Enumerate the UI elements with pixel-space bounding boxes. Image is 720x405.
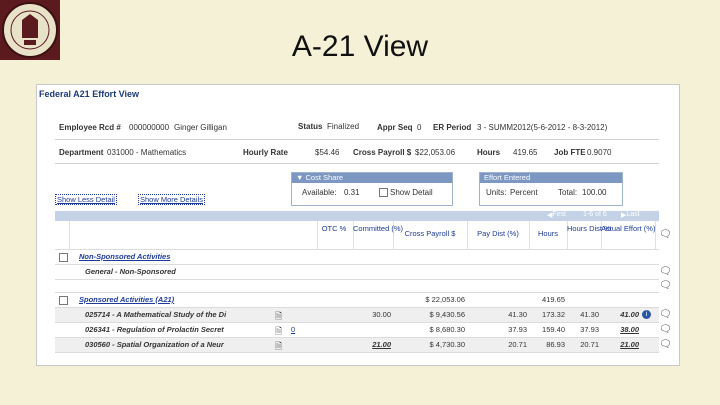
- row-effort[interactable]: 38.00: [601, 325, 639, 334]
- available-label: Available:: [302, 188, 337, 197]
- section-title[interactable]: Non-Sponsored Activities: [79, 252, 170, 261]
- cost-share-body: Available: 0.31 Show Detail: [292, 183, 452, 203]
- effort-entered-box: Effort Entered Units: Percent Total: 100…: [479, 172, 623, 206]
- employee-name: Ginger Gilligan: [174, 123, 227, 132]
- show-detail-checkbox[interactable]: [379, 188, 388, 197]
- comment-icon[interactable]: 🗨: [659, 280, 672, 291]
- row-name: 030560 - Spatial Organization of a Neur: [85, 340, 224, 349]
- sub-row-general: General - Non-Sponsored 🗨: [55, 265, 672, 280]
- department-value: 031000 - Mathematics: [107, 148, 187, 157]
- row-payroll: $ 9,430.56: [429, 310, 465, 319]
- divider: [55, 139, 659, 140]
- app-screenshot: Federal A21 Effort View Employee Rcd # 0…: [36, 84, 680, 366]
- first-link[interactable]: ◀ First: [547, 211, 566, 219]
- sub-row-label: General - Non-Sponsored: [85, 267, 176, 276]
- row-hours: 159.40: [542, 325, 565, 334]
- comment-icon[interactable]: 🗨: [659, 309, 672, 320]
- job-fte-value: 0.9070: [587, 148, 612, 157]
- row-committed[interactable]: 30.00: [353, 310, 391, 319]
- status-label: Status: [298, 122, 323, 131]
- slide-title: A-21 View: [291, 30, 429, 63]
- effort-entered-header: Effort Entered: [480, 173, 622, 183]
- row-hours: 173.32: [542, 310, 565, 319]
- section-checkbox[interactable]: [59, 296, 68, 305]
- department-label: Department: [59, 148, 104, 157]
- col-hours[interactable]: Hours: [529, 229, 567, 238]
- col-actual-effort[interactable]: Actual Effort (%): [601, 224, 655, 233]
- section-payroll: $ 22,053.06: [425, 295, 465, 304]
- section-hours: 419.65: [542, 295, 565, 304]
- cost-share-title: Cost Share: [305, 173, 344, 182]
- effort-entered-body: Units: Percent Total: 100.00: [480, 183, 622, 203]
- table-row: 030560 - Spatial Organization of a Neur …: [55, 338, 672, 355]
- units-value: Percent: [510, 188, 538, 197]
- show-detail-label: Show Detail: [390, 188, 433, 197]
- comment-icon[interactable]: 🗨: [659, 324, 672, 335]
- total-label: Total:: [558, 188, 578, 197]
- last-label: Last: [626, 211, 640, 218]
- job-fte-label: Job FTE: [554, 148, 586, 157]
- first-label: First: [552, 211, 566, 218]
- table-row: 025714 - A Mathematical Study of the Di …: [55, 308, 672, 323]
- row-hours-dist: 41.30: [580, 310, 599, 319]
- effort-grid: ◀ First 1-6 of 6 ▶ Last OTC % Committed …: [55, 211, 672, 355]
- divider: [55, 163, 659, 164]
- col-pay-dist[interactable]: Pay Dist (%): [467, 229, 529, 238]
- row-pay-dist: 37.93: [508, 325, 527, 334]
- info-icon[interactable]: i: [642, 310, 651, 319]
- hourly-rate-label: Hourly Rate: [243, 148, 288, 157]
- row-pay-dist: 20.71: [508, 340, 527, 349]
- section-row-sponsored: Sponsored Activities (A21) $ 22,053.06 4…: [55, 293, 659, 308]
- comment-icon[interactable]: 🗨: [659, 229, 672, 240]
- row-effort[interactable]: 21.00: [601, 340, 639, 349]
- show-less-detail-link[interactable]: Show Less Detail: [55, 194, 117, 205]
- units-label: Units:: [486, 188, 507, 197]
- last-link[interactable]: ▶ Last: [621, 211, 640, 219]
- grid-nav-bar: ◀ First 1-6 of 6 ▶ Last: [55, 211, 659, 221]
- row-payroll: $ 4,730.30: [429, 340, 465, 349]
- row-name: 025714 - A Mathematical Study of the Di: [85, 310, 227, 319]
- section-title[interactable]: Sponsored Activities (A21): [79, 295, 174, 304]
- row-hours: 86.93: [546, 340, 565, 349]
- er-period-value: 3 - SUMM2012(5-6-2012 - 8-3-2012): [477, 123, 608, 132]
- section-checkbox[interactable]: [59, 253, 68, 262]
- total-value: 100.00: [582, 188, 607, 197]
- page-range: 1-6 of 6: [583, 211, 607, 218]
- available-value: 0.31: [344, 188, 360, 197]
- row-pay-dist: 41.30: [508, 310, 527, 319]
- show-more-details-link[interactable]: Show More Details: [138, 194, 205, 205]
- col-hours-dist[interactable]: Hours Dist %: [567, 224, 611, 233]
- document-icon[interactable]: 🗎: [275, 339, 282, 355]
- employee-id: 000000000: [129, 123, 170, 132]
- row-committed[interactable]: 21.00: [353, 340, 391, 349]
- comment-icon[interactable]: 🗨: [659, 339, 672, 350]
- spacer-row: 🗨: [55, 280, 672, 293]
- grid-header: OTC % Committed (%) Cross Payroll $ Pay …: [55, 221, 672, 250]
- status-value: Finalized: [327, 122, 360, 131]
- cost-share-box: ▼ Cost Share Available: 0.31 Show Detail: [291, 172, 453, 206]
- col-otc[interactable]: OTC %: [317, 224, 351, 233]
- row-hours-dist: 20.71: [580, 340, 599, 349]
- row-otc[interactable]: 0: [291, 325, 295, 334]
- row-hours-dist: 37.93: [580, 325, 599, 334]
- cross-payroll-value: $22,053.06: [415, 148, 456, 157]
- appr-seq-value: 0: [417, 123, 422, 132]
- hours-value: 419.65: [513, 148, 538, 157]
- employee-label: Employee Rcd #: [59, 123, 121, 132]
- cross-payroll-label: Cross Payroll $: [353, 148, 412, 157]
- cost-share-header: ▼ Cost Share: [292, 173, 452, 183]
- hourly-rate-value: $54.46: [315, 148, 340, 157]
- row-name: 026341 - Regulation of Prolactin Secret: [85, 325, 224, 334]
- appr-seq-label: Appr Seq: [377, 123, 413, 132]
- table-row: 026341 - Regulation of Prolactin Secret …: [55, 323, 672, 338]
- comment-icon[interactable]: 🗨: [659, 266, 672, 277]
- section-row-non-sponsored: Non-Sponsored Activities: [55, 250, 659, 265]
- row-payroll: $ 8,680.30: [429, 325, 465, 334]
- col-committed[interactable]: Committed (%): [353, 224, 403, 233]
- page-title: Federal A21 Effort View: [39, 89, 140, 99]
- hours-label: Hours: [477, 148, 501, 157]
- row-effort[interactable]: 41.00: [601, 310, 639, 319]
- er-period-label: ER Period: [433, 123, 472, 132]
- col-cross-payroll[interactable]: Cross Payroll $: [393, 229, 467, 238]
